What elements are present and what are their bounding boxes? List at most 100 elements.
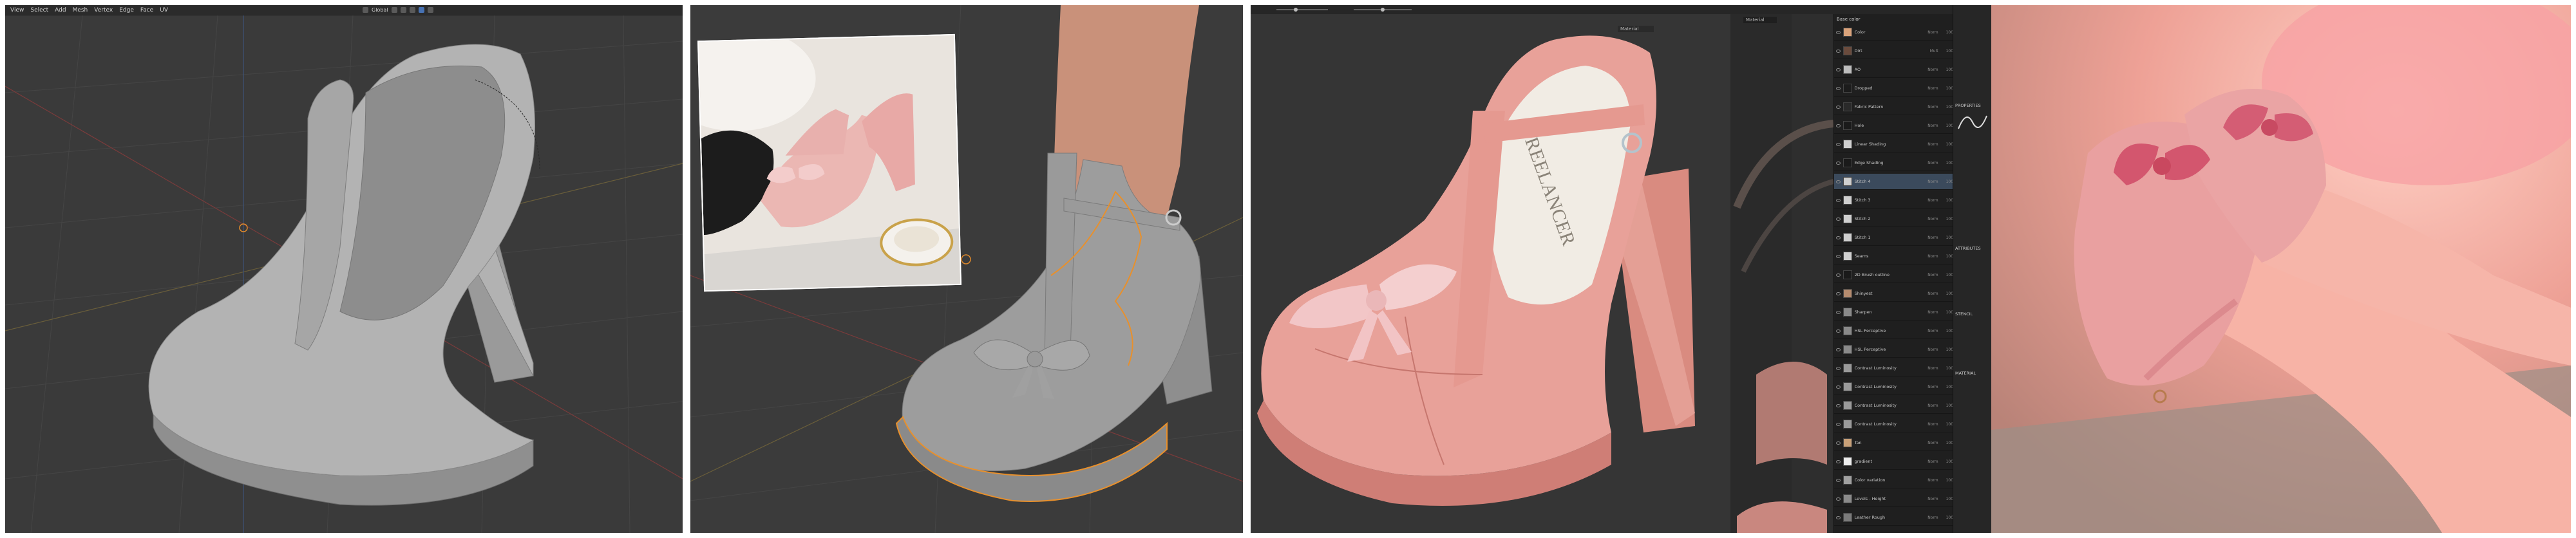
visibility-eye-icon[interactable] — [1836, 348, 1841, 351]
layer-row[interactable]: 2D Brush outline Norm 100 — [1834, 267, 1953, 283]
material-section[interactable]: MATERIAL — [1953, 369, 1991, 377]
menu-add[interactable]: Add — [55, 7, 66, 14]
layer-opacity[interactable]: 100 — [1938, 254, 1953, 259]
visibility-eye-icon[interactable] — [1836, 86, 1841, 90]
layer-opacity[interactable]: 100 — [1938, 497, 1953, 501]
layer-row[interactable]: Contrast Luminosity Norm 100 — [1834, 416, 1953, 432]
layer-blend-mode[interactable]: Norm — [1920, 68, 1938, 72]
layer-opacity[interactable]: 100 — [1938, 441, 1953, 445]
visibility-eye-icon[interactable] — [1836, 236, 1841, 239]
layers-tab[interactable]: Base color — [1837, 15, 1940, 23]
layer-opacity[interactable]: 100 — [1938, 198, 1953, 203]
layer-opacity[interactable]: 100 — [1938, 236, 1953, 240]
menu-uv[interactable]: UV — [160, 7, 168, 14]
layer-row[interactable]: Stitch 3 Norm 100 — [1834, 192, 1953, 209]
layer-row[interactable]: Edge Shading Norm 100 — [1834, 155, 1953, 171]
layer-blend-mode[interactable]: Norm — [1920, 478, 1938, 483]
layer-blend-mode[interactable]: Norm — [1920, 180, 1938, 184]
blender-reference-viewport[interactable] — [690, 5, 1243, 533]
stencil-section[interactable]: STENCIL — [1953, 310, 1991, 318]
layer-blend-mode[interactable]: Norm — [1920, 254, 1938, 259]
visibility-eye-icon[interactable] — [1836, 49, 1841, 53]
visibility-eye-icon[interactable] — [1836, 142, 1841, 146]
layer-blend-mode[interactable]: Norm — [1920, 124, 1938, 128]
layer-row[interactable]: Leather Rough Norm 100 — [1834, 510, 1953, 526]
visibility-eye-icon[interactable] — [1836, 422, 1841, 426]
layer-row[interactable]: Fabric Pattern Norm 100 — [1834, 99, 1953, 115]
visibility-eye-icon[interactable] — [1836, 161, 1841, 165]
layer-opacity[interactable]: 100 — [1938, 68, 1953, 72]
layer-row[interactable]: Dropped Norm 100 — [1834, 80, 1953, 97]
layer-row[interactable]: Contrast Luminosity Norm 100 — [1834, 379, 1953, 395]
layer-row[interactable]: Stitch 1 Norm 100 — [1834, 230, 1953, 246]
visibility-eye-icon[interactable] — [1836, 497, 1841, 501]
layer-row[interactable]: Stitch 2 Norm 100 — [1834, 211, 1953, 227]
layer-row[interactable]: Tan Norm 100 — [1834, 435, 1953, 451]
orientation-select[interactable]: Global — [372, 7, 388, 13]
layer-blend-mode[interactable]: Norm — [1920, 86, 1938, 91]
attributes-section[interactable]: ATTRIBUTES — [1953, 245, 1991, 252]
layer-row[interactable]: AO Norm 100 — [1834, 62, 1953, 78]
layer-opacity[interactable]: 100 — [1938, 459, 1953, 464]
visibility-eye-icon[interactable] — [1836, 180, 1841, 183]
layer-blend-mode[interactable]: Norm — [1920, 459, 1938, 464]
visibility-eye-icon[interactable] — [1836, 105, 1841, 109]
uv-texture-view[interactable]: Material — [1730, 14, 1833, 533]
visibility-eye-icon[interactable] — [1836, 385, 1841, 389]
layer-opacity[interactable]: 100 — [1938, 86, 1953, 91]
visibility-eye-icon[interactable] — [1836, 254, 1841, 258]
layer-row[interactable]: Shinyest Norm 100 — [1834, 286, 1953, 302]
layer-blend-mode[interactable]: Norm — [1920, 105, 1938, 109]
layer-opacity[interactable]: 100 — [1938, 217, 1953, 221]
layer-row[interactable]: Sharpen Norm 100 — [1834, 304, 1953, 320]
layer-blend-mode[interactable]: Norm — [1920, 30, 1938, 35]
layer-opacity[interactable]: 100 — [1938, 180, 1953, 184]
layer-blend-mode[interactable]: Norm — [1920, 441, 1938, 445]
orientation-icon[interactable] — [363, 7, 368, 13]
visibility-eye-icon[interactable] — [1836, 366, 1841, 370]
layer-row[interactable]: Hole Norm 100 — [1834, 118, 1953, 134]
overlay-icon[interactable] — [418, 7, 424, 13]
menu-view[interactable]: View — [10, 7, 24, 14]
layer-opacity[interactable]: 100 — [1938, 348, 1953, 352]
layer-opacity[interactable]: 100 — [1938, 161, 1953, 165]
layer-row[interactable]: Seams Norm 100 — [1834, 248, 1953, 264]
visibility-eye-icon[interactable] — [1836, 459, 1841, 463]
layer-blend-mode[interactable]: Norm — [1920, 515, 1938, 520]
menu-vertex[interactable]: Vertex — [94, 7, 113, 14]
layer-opacity[interactable]: 100 — [1938, 404, 1953, 408]
layer-blend-mode[interactable]: Norm — [1920, 217, 1938, 221]
visibility-eye-icon[interactable] — [1836, 292, 1841, 295]
layer-row[interactable]: Levels - Height Norm 100 — [1834, 491, 1953, 507]
layer-blend-mode[interactable]: Norm — [1920, 142, 1938, 147]
layer-opacity[interactable]: 100 — [1938, 124, 1953, 128]
visibility-eye-icon[interactable] — [1836, 310, 1841, 314]
layer-opacity[interactable]: 100 — [1938, 273, 1953, 277]
layer-opacity[interactable]: 100 — [1938, 478, 1953, 483]
layer-opacity[interactable]: 100 — [1938, 49, 1953, 53]
visibility-eye-icon[interactable] — [1836, 68, 1841, 71]
menu-face[interactable]: Face — [140, 7, 153, 14]
layer-opacity[interactable]: 100 — [1938, 385, 1953, 389]
layer-blend-mode[interactable]: Norm — [1920, 236, 1938, 240]
xray-icon[interactable] — [427, 7, 433, 13]
layer-row[interactable]: Color variation Norm 100 — [1834, 472, 1953, 488]
layer-row[interactable]: Linear Shading Norm 100 — [1834, 136, 1953, 153]
visibility-eye-icon[interactable] — [1836, 404, 1841, 407]
layer-row[interactable]: gradient Norm 100 — [1834, 454, 1953, 470]
layer-opacity[interactable]: 100 — [1938, 105, 1953, 109]
layer-row[interactable]: Stitch 4 Norm 100 — [1834, 174, 1953, 190]
layer-opacity[interactable]: 100 — [1938, 422, 1953, 427]
layer-blend-mode[interactable]: Norm — [1920, 348, 1938, 352]
visibility-eye-icon[interactable] — [1836, 273, 1841, 277]
layer-blend-mode[interactable]: Norm — [1920, 310, 1938, 315]
channel-select[interactable]: Base color — [1837, 17, 1861, 22]
layer-row[interactable]: Contrast Luminosity Norm 100 — [1834, 360, 1953, 376]
visibility-eye-icon[interactable] — [1836, 198, 1841, 202]
layer-opacity[interactable]: 100 — [1938, 366, 1953, 371]
layer-blend-mode[interactable]: Norm — [1920, 198, 1938, 203]
layer-blend-mode[interactable]: Norm — [1920, 161, 1938, 165]
layer-blend-mode[interactable]: Norm — [1920, 385, 1938, 389]
menu-mesh[interactable]: Mesh — [73, 7, 88, 14]
layer-blend-mode[interactable]: Norm — [1920, 404, 1938, 408]
